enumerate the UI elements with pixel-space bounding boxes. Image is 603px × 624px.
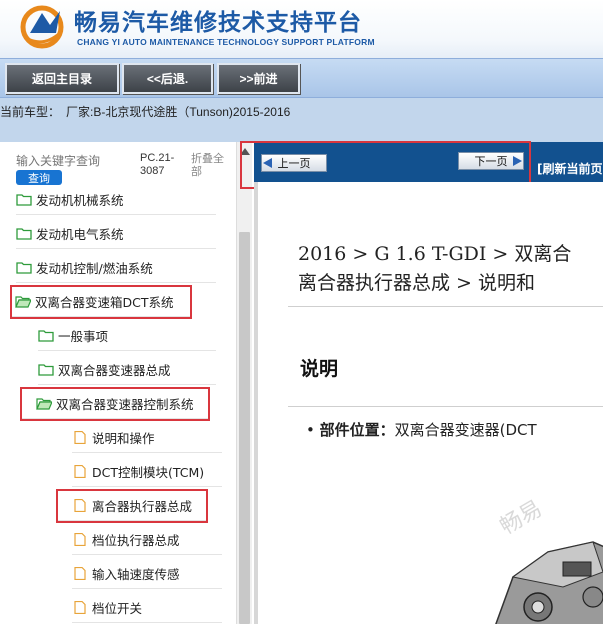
tree-item-engine-control-fuel[interactable]: 发动机控制/燃油系统 [16, 253, 216, 283]
current-vehicle-value: 厂家:B-北京现代途胜（Tunson)2015-2016 [66, 105, 291, 119]
tree-item-label: 输入轴速度传感 [92, 567, 180, 582]
tree-item-description[interactable]: 说明和操作 [72, 423, 222, 453]
tree-item-label: 档位执行器总成 [92, 533, 180, 548]
tree-scrollbar[interactable] [236, 142, 252, 624]
tree-item-general[interactable]: 一般事项 [38, 321, 216, 351]
document-icon [74, 567, 86, 580]
logo-icon [20, 5, 64, 49]
back-to-home-button[interactable]: 返回主目录 [5, 63, 119, 94]
app-title: 畅易汽车维修技术支持平台 [74, 10, 362, 36]
document-icon [74, 533, 86, 546]
tree-item-gear-switch[interactable]: 档位开关 [72, 593, 222, 623]
tree-item-label: 发动机电气系统 [36, 227, 124, 242]
tree-item-dct-system[interactable]: 双离合器变速箱DCT系统 [10, 285, 192, 319]
folder-icon [38, 330, 54, 342]
keyword-search-input[interactable] [16, 154, 106, 168]
tree-item-label: 一般事项 [58, 329, 109, 344]
folder-icon [16, 228, 32, 240]
divider [288, 306, 603, 307]
history-forward-button[interactable]: >>前进 [217, 63, 300, 94]
app-subtitle: CHANG YI AUTO MAINTENANCE TECHNOLOGY SUP… [77, 37, 375, 47]
tree-item-input-speed-sensor[interactable]: 输入轴速度传感 [72, 559, 222, 589]
tree-item-engine-mechanical[interactable]: 发动机机械系统 [16, 185, 216, 215]
tree-item-dct-control[interactable]: 双离合器变速器控制系统 [20, 387, 210, 421]
tree-item-label: 发动机控制/燃油系统 [36, 261, 153, 276]
document-view: 2016 > G 1.6 T-GDI > 双离合 离合器执行器总成 > 说明和 … [254, 182, 603, 624]
tree-item-label: 双离合器变速箱DCT系统 [35, 295, 174, 310]
tree-item-dct-assembly[interactable]: 双离合器变速器总成 [38, 355, 216, 385]
document-icon [74, 431, 86, 444]
divider [288, 406, 603, 407]
folder-icon [38, 364, 54, 376]
tree-item-tcm[interactable]: DCT控制模块(TCM) [72, 457, 222, 487]
folder-open-icon [36, 398, 52, 410]
main-toolbar: 返回主目录 <<后退. >>前进 [0, 58, 603, 98]
tree-item-label: 双离合器变速器总成 [58, 363, 171, 378]
bullet-label: 部件位置： [319, 421, 395, 439]
component-location-bullet: • 部件位置：双离合器变速器(DCT [306, 421, 537, 439]
query-button[interactable]: 查询 [16, 170, 62, 185]
document-breadcrumb: 2016 > G 1.6 T-GDI > 双离合 离合器执行器总成 > 说明和 [298, 243, 572, 294]
tree-item-engine-electrical[interactable]: 发动机电气系统 [16, 219, 216, 249]
tree-item-label: DCT控制模块(TCM) [92, 465, 205, 480]
tree-item-clutch-actuator[interactable]: 离合器执行器总成 [56, 489, 208, 523]
folder-open-icon [15, 296, 31, 308]
catalog-panel: 查询 PC.21-3087 折叠全部 发动机机械系统 发动机电气系统 发动机控制… [0, 142, 252, 624]
bullet-text: 双离合器变速器(DCT [394, 421, 537, 439]
current-vehicle: 当前车型： 厂家:B-北京现代途胜（Tunson)2015-2016 [0, 103, 290, 120]
refresh-page-link[interactable]: [刷新当前页 [537, 160, 603, 177]
collapse-all-button[interactable]: 折叠全部 [191, 152, 231, 178]
app-header: 畅易汽车维修技术支持平台 CHANG YI AUTO MAINTENANCE T… [0, 0, 603, 58]
section-title: 说明 [300, 358, 339, 380]
vehicle-info-bar: 当前车型： 厂家:B-北京现代途胜（Tunson)2015-2016 [0, 98, 603, 142]
folder-icon [16, 262, 32, 274]
current-vehicle-label: 当前车型： [0, 105, 61, 119]
tree-item-label: 说明和操作 [92, 431, 155, 446]
history-back-button[interactable]: <<后退. [122, 63, 213, 94]
tree-item-label: 离合器执行器总成 [92, 499, 193, 514]
pc-code: PC.21-3087 [140, 152, 175, 177]
tree-item-gear-actuator[interactable]: 档位执行器总成 [72, 525, 222, 555]
tree-item-label: 双离合器变速器控制系统 [56, 397, 194, 412]
scroll-thumb[interactable] [239, 232, 250, 624]
tree-item-label: 发动机机械系统 [36, 193, 124, 208]
tree-item-label: 档位开关 [92, 601, 143, 616]
folder-icon [16, 194, 32, 206]
transmission-illustration [495, 541, 603, 624]
document-icon [74, 499, 86, 512]
document-icon [74, 601, 86, 614]
document-icon [74, 465, 86, 478]
